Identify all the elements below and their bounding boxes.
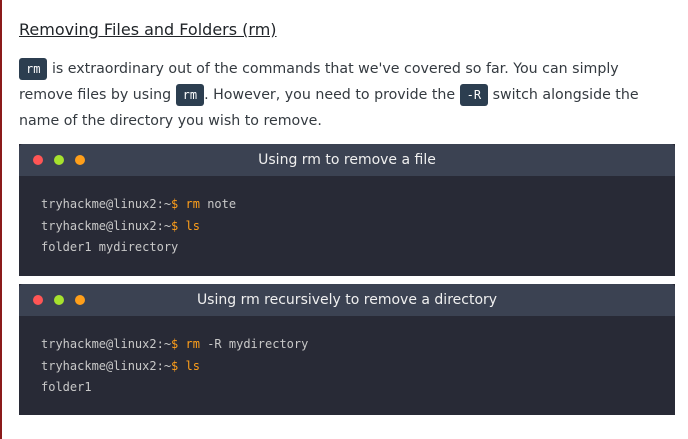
prompt-symbol: $ [171,218,179,233]
section-title: Removing Files and Folders (rm) [19,20,277,39]
prompt-symbol: $ [171,358,179,373]
terminal-command: rm [185,197,200,211]
terminal-title-bar: Using rm to remove a file [19,144,675,176]
terminal-command: ls [185,218,200,233]
terminal-prompt: tryhackme@linux2:~ [41,197,172,211]
terminal-command: ls [185,358,200,373]
paragraph-text: . However, you need to provide the [204,87,460,103]
terminal-prompt: tryhackme@linux2:~ [41,337,172,351]
terminal-title: Using rm recursively to remove a directo… [196,292,498,308]
prompt-symbol: $ [171,197,179,211]
terminal-body: tryhackme@linux2:~$ rm note tryhackme@li… [19,176,675,259]
terminal-output: folder1 mydirectory [41,240,179,254]
prompt-symbol: $ [171,337,179,351]
left-accent-rule [0,0,2,439]
terminal-body: tryhackme@linux2:~$ rm -R mydirectory tr… [19,316,675,399]
terminal-title-bar: Using rm recursively to remove a directo… [19,284,675,316]
terminal-line: tryhackme@linux2:~$ ls [41,356,653,378]
inline-code-R-flag: -R [459,84,489,106]
terminal-args: note [207,197,237,211]
inline-code-rm: rm [175,84,205,106]
section-paragraph: rm is extraordinary out of the commands … [19,56,675,134]
terminal-line: tryhackme@linux2:~$ rm -R mydirectory [41,334,653,356]
terminal-output: folder1 [41,380,92,394]
terminal-line: tryhackme@linux2:~$ ls [41,216,653,238]
terminal-command: rm [185,337,200,351]
terminal-title: Using rm to remove a file [258,152,436,168]
terminal-args: -R mydirectory [207,337,309,351]
terminal-prompt: tryhackme@linux2:~ [41,358,172,373]
terminal-window: Using rm recursively to remove a directo… [19,284,675,415]
terminal-prompt: tryhackme@linux2:~ [41,218,172,233]
terminal-window: Using rm to remove a file tryhackme@linu… [19,144,675,276]
inline-code-rm: rm [19,58,48,80]
terminal-line: tryhackme@linux2:~$ rm note [41,194,653,216]
